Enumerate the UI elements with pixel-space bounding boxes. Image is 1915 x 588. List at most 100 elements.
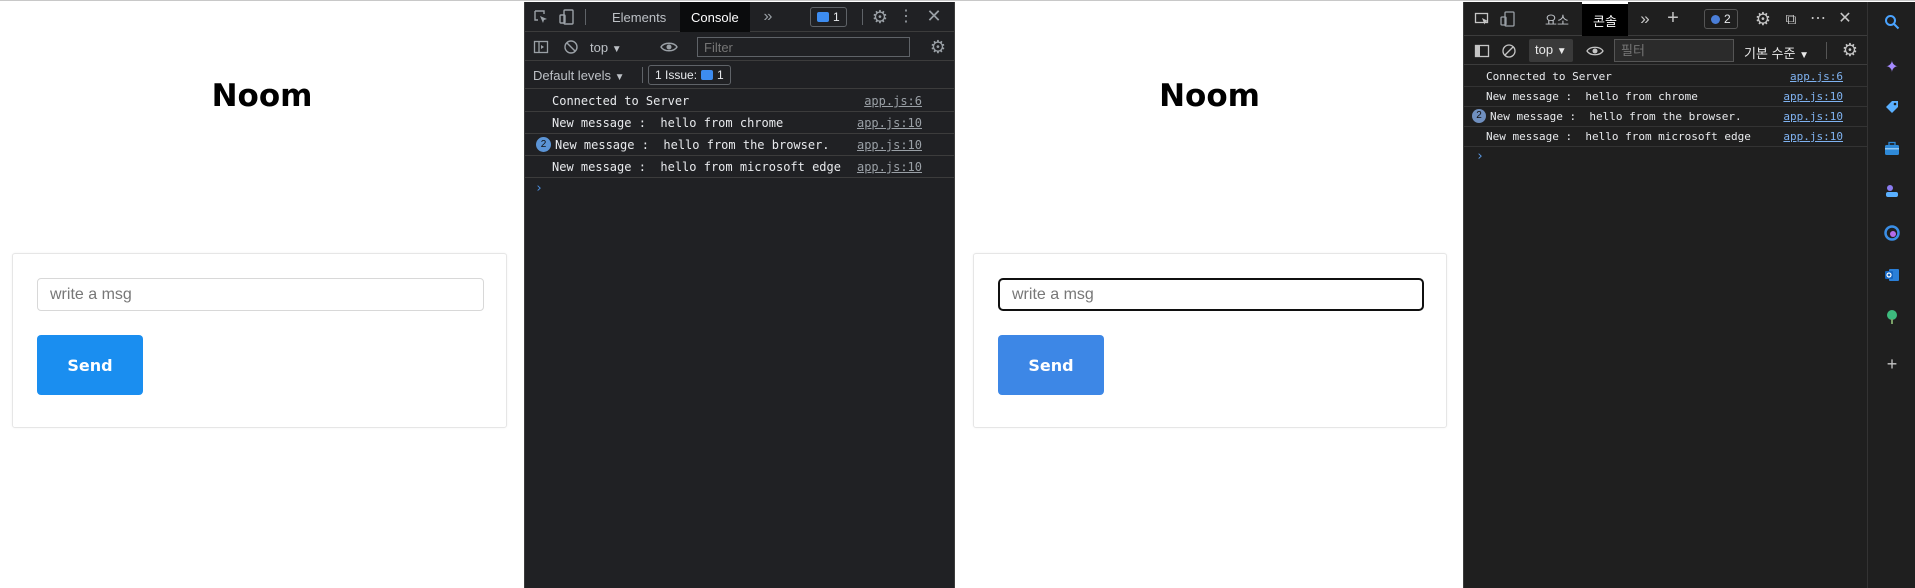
page-title: Noom: [1159, 78, 1260, 114]
message-icon: [817, 12, 829, 22]
tab-elements[interactable]: Elements: [601, 2, 677, 32]
console-toolbar: top ▼ ⚙: [525, 32, 954, 61]
device-emulation-icon[interactable]: [1500, 11, 1516, 27]
context-selector[interactable]: top ▼: [590, 40, 622, 55]
inspect-element-icon[interactable]: [1474, 11, 1490, 27]
log-levels-dropdown[interactable]: Default levels ▼: [533, 68, 625, 83]
edge-sidebar: ✦ +: [1867, 2, 1915, 588]
log-source-link[interactable]: app.js:10: [1783, 110, 1843, 123]
briefcase-icon[interactable]: [1868, 141, 1915, 157]
issues-count: 2: [1724, 12, 1731, 26]
issues-button[interactable]: 1 Issue: 1: [648, 65, 731, 85]
console-settings-gear-icon[interactable]: ⚙: [1841, 41, 1859, 59]
log-source-link[interactable]: app.js:10: [1783, 130, 1843, 143]
copilot-icon[interactable]: ✦: [1868, 57, 1915, 77]
log-message: New message : hello from chrome: [552, 116, 784, 130]
log-message: Connected to Server: [552, 94, 690, 108]
outlook-icon[interactable]: [1868, 267, 1915, 283]
edge-icon[interactable]: [1868, 225, 1915, 241]
inspect-element-icon[interactable]: [533, 9, 549, 25]
log-source-link[interactable]: app.js:10: [857, 160, 922, 174]
edge-devtools-panel: 요소 콘솔 » + 2 ⚙ ⧉ ⋯ ✕ top ▼ 기본: [1463, 2, 1867, 588]
console-log-row: New message : hello from microsoft edge …: [525, 156, 954, 178]
context-label: top: [590, 40, 609, 55]
console-log-row: Connected to Server app.js:6: [1464, 67, 1867, 87]
dropdown-arrow-icon: ▼: [1556, 46, 1567, 57]
chrome-devtools-panel: Elements Console » 1 ⚙ ⋮ ✕ top ▼ Filter …: [524, 2, 955, 588]
issues-badge[interactable]: 2: [1704, 9, 1738, 29]
log-source-link[interactable]: app.js:10: [857, 138, 922, 152]
tag-icon[interactable]: [1868, 99, 1915, 115]
search-icon[interactable]: [1868, 14, 1915, 30]
issues-dot-icon: [1711, 14, 1720, 24]
clear-console-icon[interactable]: [1501, 43, 1517, 59]
log-message: New message : hello from chrome: [1486, 90, 1698, 103]
log-source-link[interactable]: app.js:10: [1783, 90, 1843, 103]
console-prompt-icon[interactable]: ›: [535, 181, 543, 196]
messages-badge[interactable]: 1: [810, 7, 847, 27]
right-app-page: Noom Send: [956, 2, 1463, 588]
send-button[interactable]: Send: [998, 335, 1104, 395]
more-tabs-icon[interactable]: »: [1638, 10, 1652, 27]
context-label: top: [1535, 42, 1554, 57]
divider: [642, 67, 643, 83]
divider: [1826, 42, 1827, 59]
console-log-row: New message : hello from chrome app.js:1…: [525, 112, 954, 134]
more-options-icon[interactable]: ⋯: [1809, 10, 1827, 28]
add-icon[interactable]: +: [1868, 354, 1915, 375]
more-options-icon[interactable]: ⋮: [898, 8, 914, 26]
left-app-page: Noom Send: [0, 2, 524, 588]
close-icon[interactable]: ✕: [925, 7, 943, 25]
tree-icon[interactable]: [1868, 309, 1915, 325]
repeat-count-badge: 2: [1472, 109, 1486, 123]
sidebar-toggle-icon[interactable]: [533, 39, 549, 55]
settings-gear-icon[interactable]: ⚙: [871, 8, 889, 26]
add-tab-icon[interactable]: +: [1664, 8, 1682, 28]
console-log-row: Connected to Server app.js:6: [525, 90, 954, 112]
tab-console[interactable]: Console: [680, 2, 750, 32]
dropdown-arrow-icon: ▼: [1799, 50, 1809, 61]
repeat-count-badge: 2: [536, 137, 551, 152]
screen: Noom Send Elements Console » 1 ⚙ ⋮: [0, 0, 1915, 588]
live-expression-eye-icon[interactable]: [660, 39, 678, 55]
filter-input[interactable]: [1614, 39, 1734, 62]
log-message: New message : hello from microsoft edge: [552, 160, 841, 174]
tab-elements[interactable]: 요소: [1534, 2, 1580, 36]
message-icon: [701, 70, 714, 80]
message-input[interactable]: [37, 278, 484, 311]
connected-devices-icon[interactable]: ⧉: [1782, 10, 1800, 28]
context-selector[interactable]: top ▼: [1529, 39, 1573, 62]
log-source-link[interactable]: app.js:6: [864, 94, 922, 108]
message-form-card: Send: [12, 253, 507, 428]
page-title: Noom: [211, 78, 313, 114]
console-settings-gear-icon[interactable]: ⚙: [929, 38, 947, 56]
devtools-tabbar: Elements Console » 1 ⚙ ⋮ ✕: [525, 2, 954, 32]
more-tabs-icon[interactable]: »: [760, 9, 776, 25]
log-message: New message : hello from the browser.: [555, 138, 830, 152]
settings-gear-icon[interactable]: ⚙: [1754, 10, 1772, 28]
filter-input[interactable]: [697, 37, 910, 57]
dropdown-arrow-icon: ▼: [611, 44, 622, 55]
log-levels-label: 기본 수준: [1744, 46, 1796, 61]
close-icon[interactable]: ✕: [1836, 10, 1854, 28]
sidebar-toggle-icon[interactable]: [1474, 43, 1490, 59]
divider: [585, 9, 586, 25]
log-levels-dropdown[interactable]: 기본 수준 ▼: [1744, 43, 1809, 62]
console-log-row: New message : hello from microsoft edge …: [1464, 127, 1867, 147]
tab-console[interactable]: 콘솔: [1582, 2, 1628, 36]
message-input[interactable]: [998, 278, 1424, 311]
console-prompt-icon[interactable]: ›: [1476, 149, 1484, 164]
devtools-tabbar: 요소 콘솔 » + 2 ⚙ ⧉ ⋯ ✕: [1464, 2, 1867, 36]
log-source-link[interactable]: app.js:6: [1790, 70, 1843, 83]
console-toolbar: top ▼ 기본 수준 ▼ ⚙: [1464, 36, 1867, 65]
messages-count: 1: [833, 10, 840, 24]
live-expression-eye-icon[interactable]: [1586, 43, 1604, 59]
games-icon[interactable]: [1868, 183, 1915, 199]
log-source-link[interactable]: app.js:10: [857, 116, 922, 130]
clear-console-icon[interactable]: [563, 39, 579, 55]
send-button[interactable]: Send: [37, 335, 143, 395]
issues-label: 1 Issue:: [655, 68, 698, 82]
log-message: New message : hello from the browser.: [1490, 110, 1742, 123]
message-form-card: Send: [973, 253, 1447, 428]
device-toolbar-icon[interactable]: [559, 9, 575, 25]
